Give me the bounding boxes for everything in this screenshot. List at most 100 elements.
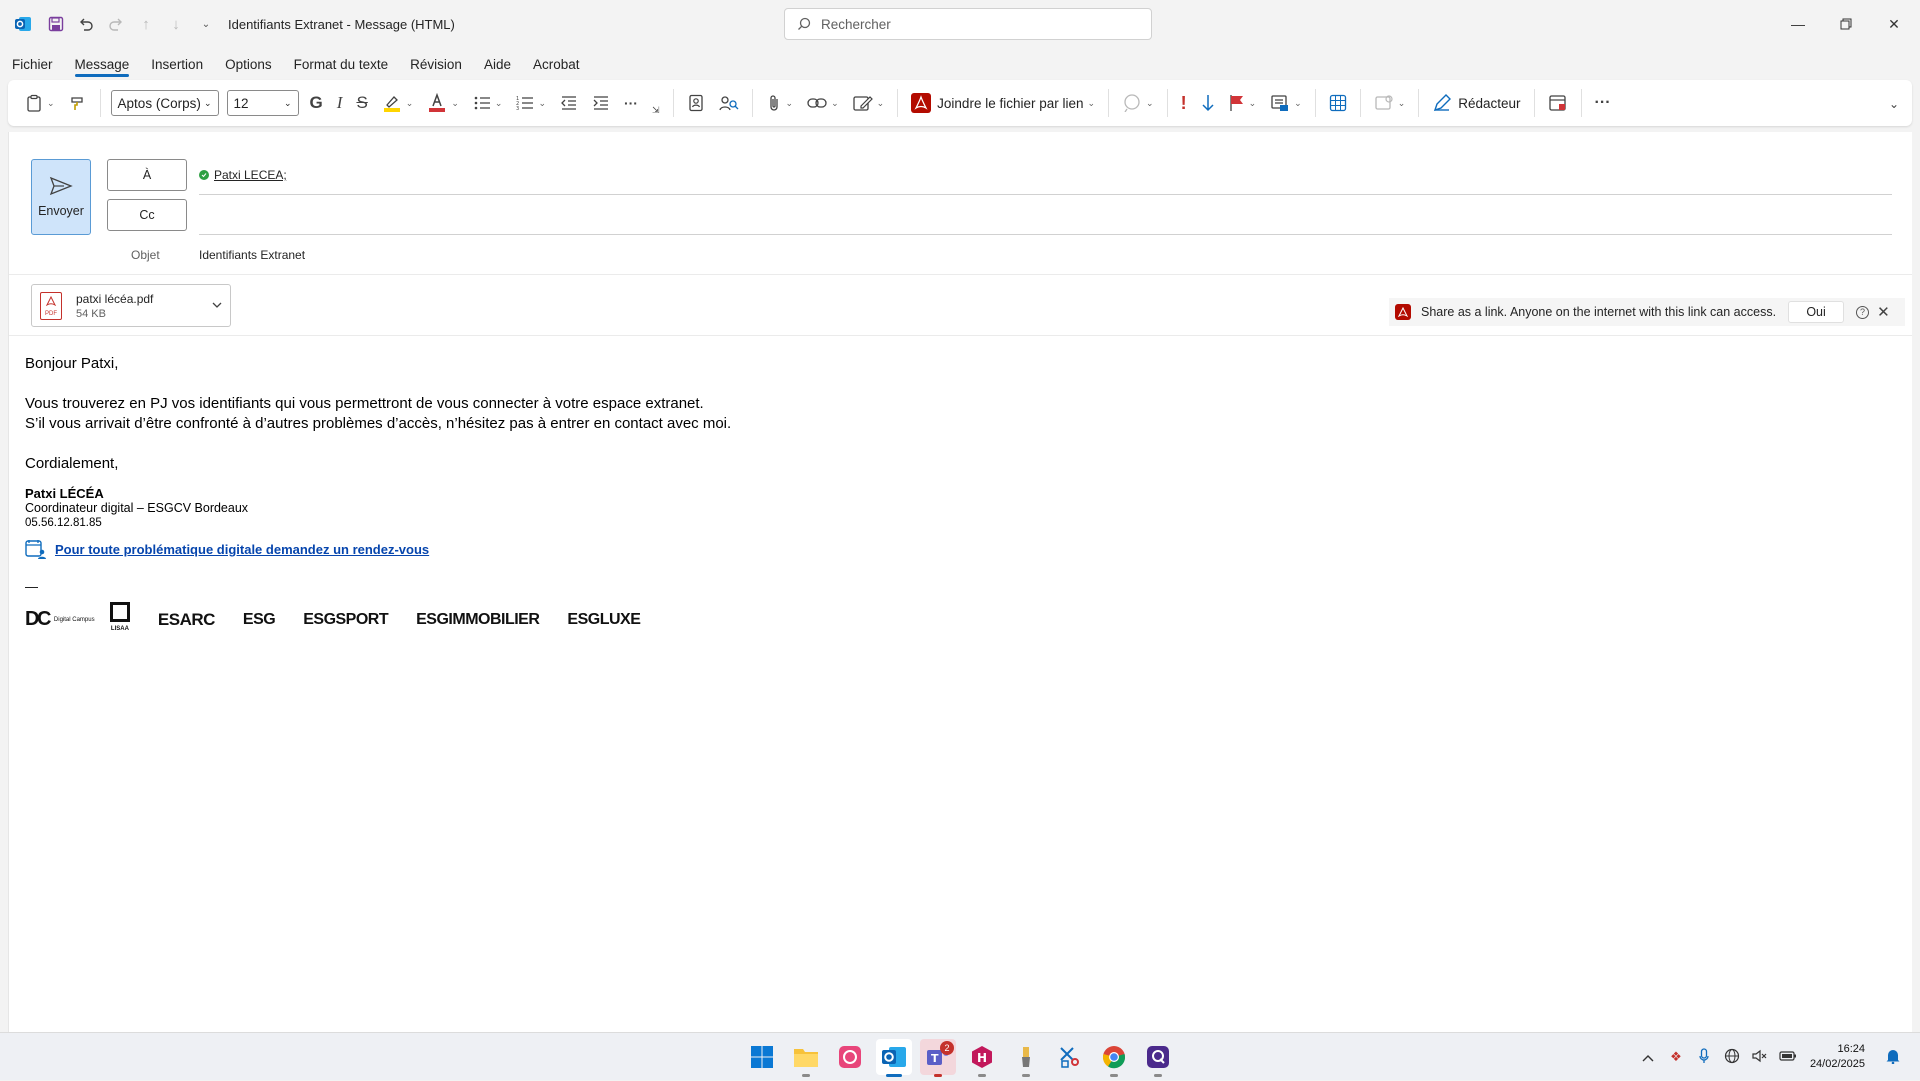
dialog-launcher-icon[interactable]: ⇲ bbox=[648, 94, 664, 126]
tab-aide[interactable]: Aide bbox=[484, 57, 511, 72]
low-importance-icon[interactable] bbox=[1197, 87, 1219, 119]
microphone-icon[interactable] bbox=[1693, 1047, 1715, 1067]
logo-esarc: ESARC bbox=[157, 610, 216, 629]
appointment-link[interactable]: Pour toute problématique digitale demand… bbox=[55, 542, 429, 557]
title-bar: ↑ ↓ ⌄ Identifiants Extranet - Message (H… bbox=[0, 0, 1920, 48]
font-color-button[interactable]: ⌄ bbox=[423, 87, 463, 119]
attach-by-link-button[interactable]: Joindre le fichier par lien ⌄ bbox=[907, 87, 1099, 119]
tab-fichier[interactable]: Fichier bbox=[12, 57, 53, 72]
bold-button[interactable]: G bbox=[306, 87, 327, 119]
logo-lisaa: LISAA bbox=[109, 602, 130, 637]
decrease-indent-icon[interactable] bbox=[556, 87, 582, 119]
taskbar-outlook[interactable] bbox=[876, 1039, 912, 1077]
tab-options[interactable]: Options bbox=[225, 57, 272, 72]
cc-button[interactable]: Cc bbox=[107, 199, 187, 231]
format-painter-icon[interactable] bbox=[65, 87, 91, 119]
comment-button[interactable]: ⌄ bbox=[1118, 87, 1158, 119]
help-icon[interactable]: ? bbox=[1856, 305, 1870, 319]
ribbon-toolbar: ⌄ Aptos (Corps) ⌄ 12 ⌄ G I S ⌄ ⌄ ⌄ 123 ⌄ ·… bbox=[8, 80, 1912, 126]
search-input[interactable]: Rechercher bbox=[784, 8, 1152, 40]
divider bbox=[1314, 89, 1316, 117]
to-button[interactable]: À bbox=[107, 159, 187, 191]
taskbar-teams[interactable]: T 2 bbox=[920, 1039, 956, 1077]
tab-revision[interactable]: Révision bbox=[410, 57, 462, 72]
volume-muted-icon[interactable] bbox=[1749, 1049, 1771, 1066]
scheduling-poll-icon[interactable] bbox=[1544, 87, 1572, 119]
start-button[interactable] bbox=[744, 1039, 780, 1075]
tab-format-du-texte[interactable]: Format du texte bbox=[294, 57, 389, 72]
clock-date: 24/02/2025 bbox=[1809, 1058, 1865, 1070]
tab-acrobat[interactable]: Acrobat bbox=[533, 57, 580, 72]
font-size-dropdown[interactable]: 12 ⌄ bbox=[226, 90, 299, 116]
subject-field[interactable]: Identifiants Extranet bbox=[199, 248, 305, 262]
sensitivity-button[interactable]: ⌄ bbox=[1370, 87, 1410, 119]
battery-icon[interactable] bbox=[1777, 1050, 1799, 1065]
customize-toolbar-icon[interactable]: ⌄ bbox=[194, 12, 218, 36]
attach-file-button[interactable]: ⌄ bbox=[762, 87, 798, 119]
taskbar-paint-tool[interactable] bbox=[1008, 1039, 1044, 1077]
taskbar-file-explorer[interactable] bbox=[788, 1039, 824, 1077]
clock[interactable]: 16:24 24/02/2025 bbox=[1810, 1042, 1865, 1072]
to-field-underline bbox=[199, 194, 1892, 195]
share-yes-button[interactable]: Oui bbox=[1788, 301, 1845, 323]
more-formatting-icon[interactable]: ··· bbox=[620, 87, 642, 119]
to-recipient-name[interactable]: Patxi LECEA; bbox=[214, 168, 287, 182]
redacteur-button[interactable]: Rédacteur bbox=[1428, 87, 1524, 119]
font-name-dropdown[interactable]: Aptos (Corps) ⌄ bbox=[110, 90, 219, 116]
taskbar-app-q[interactable] bbox=[1140, 1039, 1176, 1077]
divider bbox=[897, 89, 899, 117]
signature-button[interactable]: ⌄ bbox=[849, 87, 889, 119]
message-body[interactable]: Bonjour Patxi, Vous trouverez en PJ vos … bbox=[25, 354, 731, 637]
tab-insertion[interactable]: Insertion bbox=[151, 57, 203, 72]
to-field[interactable]: Patxi LECEA; bbox=[199, 168, 287, 182]
body-greeting: Bonjour Patxi, bbox=[25, 355, 119, 372]
paste-button[interactable]: ⌄ bbox=[21, 87, 59, 119]
save-icon[interactable] bbox=[44, 12, 68, 36]
previous-item-icon[interactable]: ↑ bbox=[134, 12, 158, 36]
window-title: Identifiants Extranet - Message (HTML) bbox=[228, 16, 455, 32]
follow-up-flag-button[interactable]: ⌄ bbox=[1225, 87, 1261, 119]
italic-button[interactable]: I bbox=[333, 87, 347, 119]
increase-indent-icon[interactable] bbox=[588, 87, 614, 119]
more-options-icon[interactable]: ··· bbox=[1591, 87, 1615, 119]
highlighter-icon bbox=[383, 96, 400, 112]
clipboard-icon bbox=[27, 94, 41, 112]
send-button[interactable]: Envoyer bbox=[31, 159, 91, 235]
address-book-icon[interactable] bbox=[683, 87, 709, 119]
minimize-button[interactable]: — bbox=[1774, 0, 1822, 48]
notifications-bell-icon[interactable] bbox=[1882, 1048, 1904, 1067]
presence-available-icon bbox=[199, 170, 209, 180]
show-hidden-icons-icon[interactable] bbox=[1637, 1050, 1659, 1065]
apps-icon[interactable] bbox=[1325, 87, 1351, 119]
undo-icon[interactable] bbox=[74, 12, 98, 36]
taskbar: T 2 H ❖ 16:24 24/02/2025 bbox=[0, 1032, 1920, 1080]
redo-icon[interactable] bbox=[104, 12, 128, 36]
collapse-ribbon-icon[interactable]: ⌄ bbox=[1885, 88, 1903, 120]
link-button[interactable]: ⌄ bbox=[803, 87, 843, 119]
attachment-menu-chevron-icon[interactable] bbox=[212, 299, 222, 311]
attachment-card[interactable]: PDF patxi lécéa.pdf 54 KB bbox=[31, 284, 231, 327]
attachment-size: 54 KB bbox=[76, 307, 106, 320]
taskbar-chrome[interactable] bbox=[1096, 1039, 1132, 1077]
taskbar-app-h[interactable]: H bbox=[964, 1039, 1000, 1077]
restore-button[interactable] bbox=[1822, 0, 1870, 48]
outlook-app-icon bbox=[12, 13, 34, 35]
numbering-button[interactable]: 123 ⌄ bbox=[512, 87, 550, 119]
creative-cloud-icon bbox=[839, 1046, 861, 1068]
highlight-button[interactable]: ⌄ bbox=[378, 87, 418, 119]
strikethrough-button[interactable]: S bbox=[352, 87, 371, 119]
check-names-icon[interactable] bbox=[715, 87, 743, 119]
close-icon[interactable]: ✕ bbox=[1877, 303, 1890, 321]
close-window-button[interactable]: ✕ bbox=[1870, 0, 1918, 48]
cc-field[interactable] bbox=[199, 200, 1892, 232]
categorize-button[interactable]: ⌄ bbox=[1266, 87, 1306, 119]
taskbar-creative-cloud[interactable] bbox=[832, 1039, 868, 1075]
font-color-icon bbox=[429, 93, 446, 112]
high-importance-icon[interactable]: ! bbox=[1177, 87, 1191, 119]
next-item-icon[interactable]: ↓ bbox=[164, 12, 188, 36]
network-globe-icon[interactable] bbox=[1721, 1048, 1743, 1067]
tab-message[interactable]: Message bbox=[74, 57, 129, 77]
dropbox-icon[interactable]: ❖ bbox=[1665, 1049, 1687, 1065]
taskbar-snipping-tool[interactable] bbox=[1052, 1039, 1088, 1075]
bullets-button[interactable]: ⌄ bbox=[469, 87, 507, 119]
